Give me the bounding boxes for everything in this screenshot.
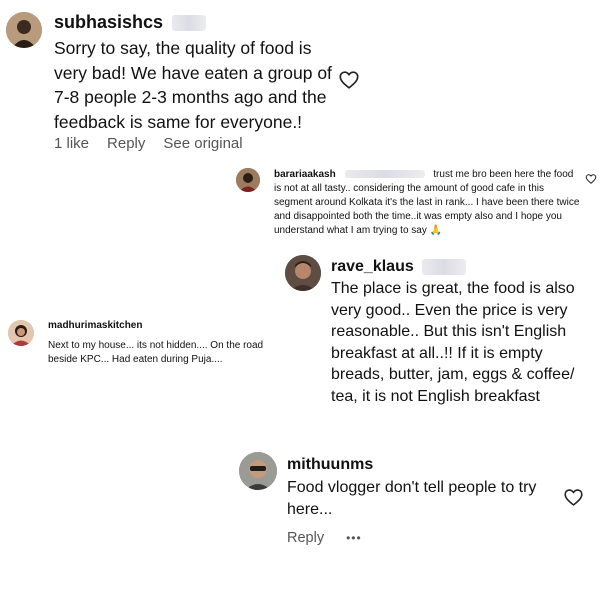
reply-button[interactable]: Reply [287, 530, 324, 546]
comment-username[interactable]: madhurimaskitchen [48, 320, 142, 331]
comment-actions: 1 like Reply See original [54, 135, 261, 152]
avatar[interactable] [239, 452, 277, 490]
comment-text: Next to my house... its not hidden.... O… [48, 340, 264, 365]
user-photo-icon [8, 320, 34, 346]
user-photo-icon [239, 452, 277, 490]
comment-username[interactable]: barariaakash [274, 169, 336, 180]
reply-button[interactable]: Reply [107, 135, 145, 152]
comment-username[interactable]: mithuunms [287, 456, 373, 474]
avatar[interactable] [285, 255, 321, 291]
heart-outline-icon[interactable] [563, 487, 584, 508]
comment-text: Food vlogger don't tell people to try he… [287, 479, 537, 518]
comment-actions: Reply ••• [287, 530, 380, 546]
user-photo-icon [6, 12, 42, 48]
redacted-blur [344, 170, 425, 179]
comment-username[interactable]: rave_klaus [331, 258, 467, 276]
avatar[interactable] [6, 12, 42, 48]
redacted-blur [422, 258, 467, 275]
comment-text: The place is great, the food is also ver… [331, 280, 575, 405]
comment-text: barariaakash trust me bro been here the … [274, 169, 580, 236]
heart-outline-icon[interactable] [585, 173, 597, 185]
avatar[interactable] [236, 168, 260, 192]
comment-text: Sorry to say, the quality of food is ver… [54, 38, 332, 132]
user-photo-icon [285, 255, 321, 291]
user-photo-icon [236, 168, 260, 192]
comment-username[interactable]: subhasishcs [54, 12, 207, 33]
more-dots-icon[interactable]: ••• [346, 531, 362, 545]
avatar[interactable] [8, 320, 34, 346]
heart-outline-icon[interactable] [338, 69, 360, 91]
redacted-blur [172, 15, 207, 32]
likes-count[interactable]: 1 like [54, 135, 89, 152]
see-original-button[interactable]: See original [163, 135, 242, 152]
